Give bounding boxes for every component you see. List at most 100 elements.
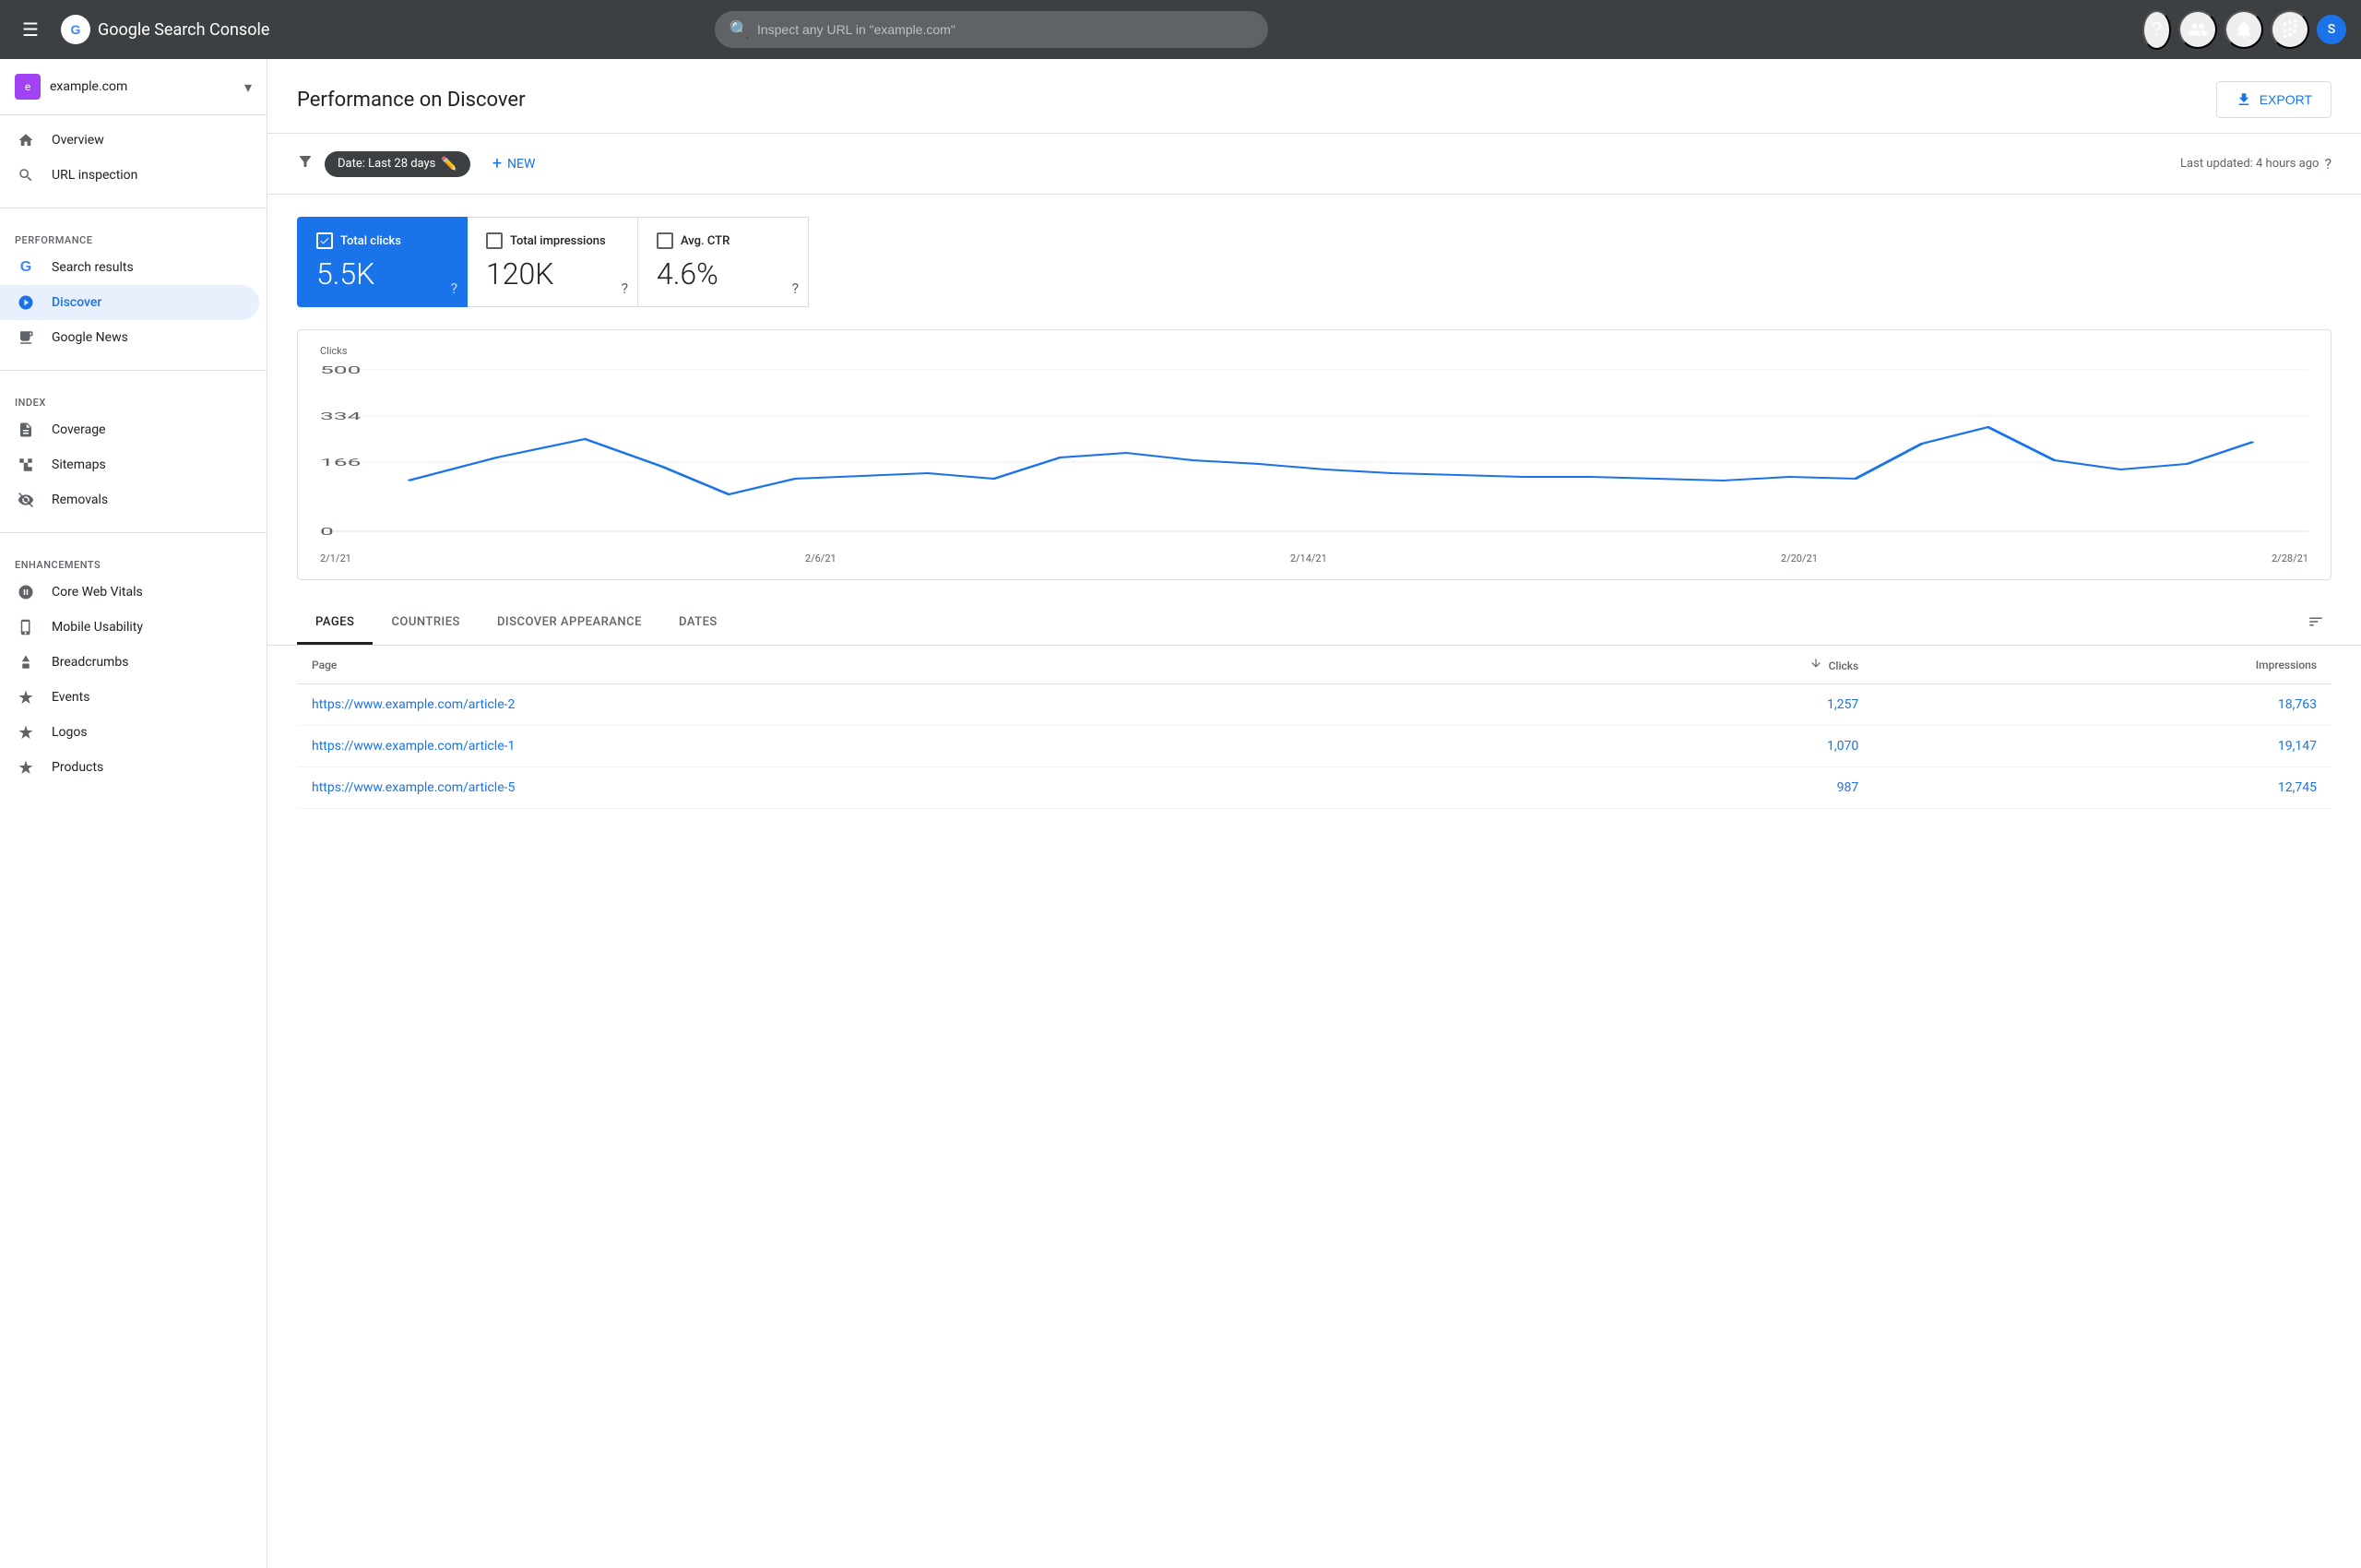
sidebar-item-sitemaps[interactable]: Sitemaps — [0, 447, 259, 482]
nav-section-main: Overview URL inspection — [0, 115, 267, 200]
table-header: Page Clicks Impressions — [297, 646, 2331, 684]
date-filter-chip[interactable]: Date: Last 28 days ✏️ — [325, 151, 470, 177]
export-button[interactable]: EXPORT — [2216, 81, 2331, 118]
export-label: EXPORT — [2260, 92, 2312, 107]
svg-text:0: 0 — [320, 526, 334, 538]
svg-text:500: 500 — [320, 364, 361, 376]
metric-checkbox-ctr — [657, 232, 673, 249]
section-label-performance: Performance — [0, 223, 267, 250]
chart-x-label-3: 2/14/21 — [1290, 552, 1327, 564]
hamburger-icon[interactable]: ☰ — [15, 11, 46, 48]
page-cell-1[interactable]: https://www.example.com/article-1 — [297, 726, 1474, 767]
metric-card-avg-ctr[interactable]: Avg. CTR 4.6% ? — [638, 217, 809, 307]
download-icon — [2236, 91, 2252, 108]
clicks-cell-0: 1,257 — [1474, 684, 1873, 726]
chart-y-label: Clicks — [320, 345, 2308, 357]
sidebar-item-search-results[interactable]: G Search results — [0, 250, 259, 285]
search-icon: 🔍 — [730, 20, 750, 40]
clicks-cell-2: 987 — [1474, 767, 1873, 809]
col-header-page: Page — [297, 646, 1474, 684]
section-label-index: Index — [0, 386, 267, 412]
metric-card-impressions[interactable]: Total impressions 120K ? — [468, 217, 638, 307]
sidebar-item-breadcrumbs[interactable]: Breadcrumbs — [0, 645, 259, 680]
nav-divider-2 — [0, 370, 267, 371]
metric-help-impressions[interactable]: ? — [621, 279, 628, 297]
impressions-cell-0: 18,763 — [1873, 684, 2331, 726]
google-g-icon: G — [15, 259, 37, 276]
filter-bar: Date: Last 28 days ✏️ + NEW Last updated… — [267, 134, 2361, 195]
sidebar-label-breadcrumbs: Breadcrumbs — [52, 655, 128, 670]
metric-label-impressions: Total impressions — [510, 234, 606, 248]
property-icon: e — [15, 74, 41, 100]
nav-section-enhancements: Enhancements Core Web Vitals Mobile Usab… — [0, 540, 267, 792]
search-bar[interactable]: 🔍 — [715, 11, 1268, 48]
sidebar-label-url-inspection: URL inspection — [52, 168, 137, 183]
search-sidebar-icon — [15, 167, 37, 184]
last-updated-text: Last updated: 4 hours ago — [2180, 157, 2319, 171]
date-chip-label: Date: Last 28 days — [338, 157, 435, 171]
sidebar-item-coverage[interactable]: Coverage — [0, 412, 259, 447]
help-button[interactable]: ? — [2142, 10, 2171, 50]
sidebar-item-products[interactable]: Products — [0, 750, 259, 785]
chart-x-label-2: 2/6/21 — [805, 552, 836, 564]
table-filter-icon[interactable] — [2300, 606, 2331, 642]
sidebar-label-core-web-vitals: Core Web Vitals — [52, 585, 143, 600]
sidebar-item-events[interactable]: Events — [0, 680, 259, 715]
url-inspect-input[interactable] — [757, 22, 1253, 37]
table-body: https://www.example.com/article-2 1,257 … — [297, 684, 2331, 809]
metric-help-clicks[interactable]: ? — [450, 279, 457, 297]
metric-header-impressions: Total impressions — [486, 232, 619, 249]
sidebar-item-discover[interactable]: Discover — [0, 285, 259, 320]
grid-icon — [2280, 19, 2300, 40]
accounts-icon — [2188, 19, 2208, 40]
metric-help-ctr[interactable]: ? — [791, 279, 799, 297]
sidebar-item-logos[interactable]: Logos — [0, 715, 259, 750]
tabs-container: PAGES COUNTRIES DISCOVER APPEARANCE DATE… — [267, 602, 2361, 646]
sidebar-label-discover: Discover — [52, 295, 101, 310]
metric-card-total-clicks[interactable]: Total clicks 5.5K ? — [297, 217, 468, 307]
metric-label-ctr: Avg. CTR — [681, 234, 730, 248]
sidebar-item-url-inspection[interactable]: URL inspection — [0, 158, 259, 193]
page-cell-2[interactable]: https://www.example.com/article-5 — [297, 767, 1474, 809]
removals-icon — [15, 492, 37, 508]
sidebar-label-removals: Removals — [52, 493, 108, 507]
new-label: NEW — [507, 157, 535, 172]
nav-section-performance: Performance G Search results Discover Go… — [0, 216, 267, 362]
sidebar-item-core-web-vitals[interactable]: Core Web Vitals — [0, 575, 259, 610]
sidebar-item-google-news[interactable]: Google News — [0, 320, 259, 355]
sidebar-item-mobile-usability[interactable]: Mobile Usability — [0, 610, 259, 645]
new-filter-button[interactable]: + NEW — [481, 148, 547, 179]
nav-divider-3 — [0, 532, 267, 533]
sidebar: e example.com ▾ Overview URL inspection … — [0, 59, 267, 1568]
sidebar-item-removals[interactable]: Removals — [0, 482, 259, 517]
tab-discover-appearance[interactable]: DISCOVER APPEARANCE — [479, 602, 660, 645]
sidebar-label-google-news: Google News — [52, 330, 128, 345]
property-selector[interactable]: e example.com ▾ — [0, 59, 267, 115]
col-header-clicks[interactable]: Clicks — [1474, 646, 1873, 684]
apps-grid-button[interactable] — [2271, 10, 2309, 49]
tab-dates[interactable]: DATES — [660, 602, 736, 645]
filter-icon[interactable] — [297, 153, 314, 174]
home-icon — [15, 132, 37, 148]
clicks-cell-1: 1,070 — [1474, 726, 1873, 767]
metric-value-impressions: 120K — [486, 256, 619, 291]
products-icon — [15, 759, 37, 776]
impressions-cell-2: 12,745 — [1873, 767, 2331, 809]
metric-header-clicks: Total clicks — [316, 232, 448, 249]
sidebar-label-overview: Overview — [52, 133, 104, 148]
line-chart: 500 334 166 0 — [320, 361, 2308, 545]
account-circle-button[interactable] — [2178, 10, 2217, 49]
sidebar-item-overview[interactable]: Overview — [0, 123, 259, 158]
page-cell-0[interactable]: https://www.example.com/article-2 — [297, 684, 1474, 726]
notifications-button[interactable] — [2225, 10, 2263, 49]
tab-pages[interactable]: PAGES — [297, 602, 373, 645]
google-logo-icon: G — [61, 15, 90, 44]
help-circle-icon[interactable]: ? — [2324, 155, 2331, 172]
user-avatar[interactable]: S — [2317, 15, 2346, 44]
chevron-down-icon: ▾ — [244, 78, 252, 96]
chart-container: Clicks 500 334 166 0 2/1/21 — [267, 307, 2361, 602]
tab-countries[interactable]: COUNTRIES — [373, 602, 479, 645]
table-row: https://www.example.com/article-2 1,257 … — [297, 684, 2331, 726]
nav-section-index: Index Coverage Sitemaps Removals — [0, 378, 267, 525]
impressions-cell-1: 19,147 — [1873, 726, 2331, 767]
